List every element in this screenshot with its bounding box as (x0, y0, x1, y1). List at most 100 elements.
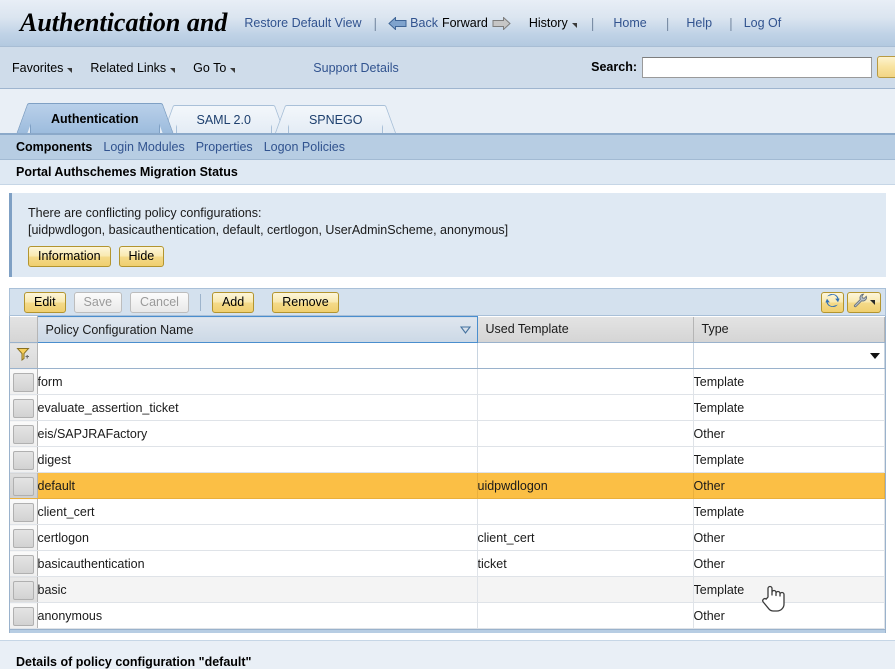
cell-type: Template (693, 447, 885, 473)
row-select-cell[interactable] (10, 447, 37, 473)
table-row[interactable]: basicauthenticationticketOther (10, 551, 885, 577)
table-row[interactable]: eis/SAPJRAFactoryOther (10, 421, 885, 447)
conflict-message-panel: There are conflicting policy configurati… (9, 193, 886, 277)
cell-used-template (477, 395, 693, 421)
table-row[interactable]: digestTemplate (10, 447, 885, 473)
log-off-link[interactable]: Log Of (738, 16, 788, 30)
header-divider-2: | (577, 15, 600, 31)
content-panel: Components Login Modules Properties Logo… (0, 135, 895, 669)
table-row[interactable]: evaluate_assertion_ticketTemplate (10, 395, 885, 421)
refresh-button[interactable] (821, 292, 844, 313)
message-button-group: Information Hide (28, 246, 886, 267)
secondary-toolbar: Favorites Related Links Go To Support De… (0, 47, 895, 89)
search-go-button[interactable] (877, 56, 895, 78)
row-select-handle[interactable] (13, 607, 34, 626)
row-select-cell[interactable] (10, 525, 37, 551)
row-select-cell[interactable] (10, 473, 37, 499)
column-label-used-template: Used Template (486, 322, 569, 336)
sub-navigation: Components Login Modules Properties Logo… (0, 135, 895, 160)
filter-input-policy-configuration-name[interactable] (37, 343, 477, 369)
back-arrow-icon[interactable] (388, 17, 407, 30)
subnav-item-logon-policies[interactable]: Logon Policies (264, 140, 345, 154)
cell-policy-configuration-name: evaluate_assertion_ticket (37, 395, 477, 421)
forward-arrow-icon[interactable] (492, 17, 511, 30)
row-select-cell[interactable] (10, 369, 37, 395)
subnav-item-components[interactable]: Components (16, 140, 92, 154)
tab-spnego[interactable]: SPNEGO (288, 105, 384, 133)
home-link[interactable]: Home (599, 16, 660, 30)
restore-default-view-link[interactable]: Restore Default View (237, 16, 368, 30)
row-select-handle[interactable] (13, 529, 34, 548)
row-select-handle[interactable] (13, 477, 34, 496)
cell-policy-configuration-name: basicauthentication (37, 551, 477, 577)
row-select-cell[interactable] (10, 421, 37, 447)
column-header-used-template[interactable]: Used Template (477, 317, 693, 343)
cell-used-template (477, 447, 693, 473)
table-settings-button[interactable] (847, 292, 881, 313)
tab-spnego-label: SPNEGO (309, 113, 363, 127)
row-select-cell[interactable] (10, 395, 37, 421)
go-to-menu[interactable]: Go To (185, 61, 245, 75)
main-tabstrip: Authentication SAML 2.0 SPNEGO (0, 89, 895, 135)
tab-authentication[interactable]: Authentication (30, 103, 160, 133)
column-header-type[interactable]: Type (693, 317, 885, 343)
row-select-handle[interactable] (13, 425, 34, 444)
table-row[interactable]: client_certTemplate (10, 499, 885, 525)
filter-input-used-template[interactable] (477, 343, 693, 369)
forward-link[interactable]: Forward (440, 16, 490, 30)
row-select-handle[interactable] (13, 555, 34, 574)
filter-input-type[interactable] (693, 343, 885, 369)
back-link[interactable]: Back (409, 16, 440, 30)
favorites-menu[interactable]: Favorites (10, 61, 82, 75)
row-select-handle[interactable] (13, 503, 34, 522)
row-select-handle[interactable] (13, 581, 34, 600)
cell-type: Other (693, 421, 885, 447)
section-title: Portal Authschemes Migration Status (0, 160, 895, 185)
table-body (10, 343, 885, 369)
table-row[interactable]: defaultuidpwdlogonOther (10, 473, 885, 499)
edit-button[interactable]: Edit (24, 292, 66, 313)
row-select-cell[interactable] (10, 577, 37, 603)
select-all-header[interactable] (10, 317, 37, 343)
table-row[interactable]: formTemplate (10, 369, 885, 395)
related-links-menu[interactable]: Related Links (82, 61, 185, 75)
row-select-cell[interactable] (10, 499, 37, 525)
table-bottom-edge (9, 630, 886, 633)
chevron-down-icon[interactable] (870, 353, 880, 359)
cell-used-template: ticket (477, 551, 693, 577)
cell-policy-configuration-name: basic (37, 577, 477, 603)
filter-toggle-cell[interactable] (10, 343, 37, 369)
cell-policy-configuration-name: anonymous (37, 603, 477, 629)
tab-saml-2-0-label: SAML 2.0 (197, 113, 251, 127)
history-menu[interactable]: History (517, 16, 577, 30)
help-link[interactable]: Help (674, 16, 724, 30)
header-divider-4: | (724, 15, 738, 31)
nav-back-forward-group: Back Forward (382, 16, 517, 30)
sort-descending-icon (460, 324, 471, 335)
message-line-1: There are conflicting policy configurati… (28, 205, 886, 222)
remove-button[interactable]: Remove (272, 292, 339, 313)
column-header-policy-configuration-name[interactable]: Policy Configuration Name (37, 317, 477, 343)
cell-used-template: client_cert (477, 525, 693, 551)
header-divider-3: | (661, 15, 675, 31)
information-button[interactable]: Information (28, 246, 111, 267)
row-select-handle[interactable] (13, 399, 34, 418)
add-button[interactable]: Add (212, 292, 254, 313)
subnav-item-login-modules[interactable]: Login Modules (103, 140, 184, 154)
row-select-cell[interactable] (10, 603, 37, 629)
row-select-cell[interactable] (10, 551, 37, 577)
header-divider-1: | (369, 15, 383, 31)
history-label: History (529, 16, 568, 30)
table-row[interactable]: basicTemplate (10, 577, 885, 603)
table-row[interactable]: anonymousOther (10, 603, 885, 629)
tab-saml-2-0[interactable]: SAML 2.0 (176, 105, 272, 133)
hide-button[interactable]: Hide (119, 246, 165, 267)
table-row[interactable]: certlogonclient_certOther (10, 525, 885, 551)
row-select-handle[interactable] (13, 451, 34, 470)
search-input[interactable] (642, 57, 872, 78)
wrench-icon (853, 293, 868, 311)
support-details-link[interactable]: Support Details (313, 61, 398, 75)
subnav-item-properties[interactable]: Properties (196, 140, 253, 154)
policy-configurations-table: Policy Configuration Name Used Template … (9, 316, 886, 630)
row-select-handle[interactable] (13, 373, 34, 392)
